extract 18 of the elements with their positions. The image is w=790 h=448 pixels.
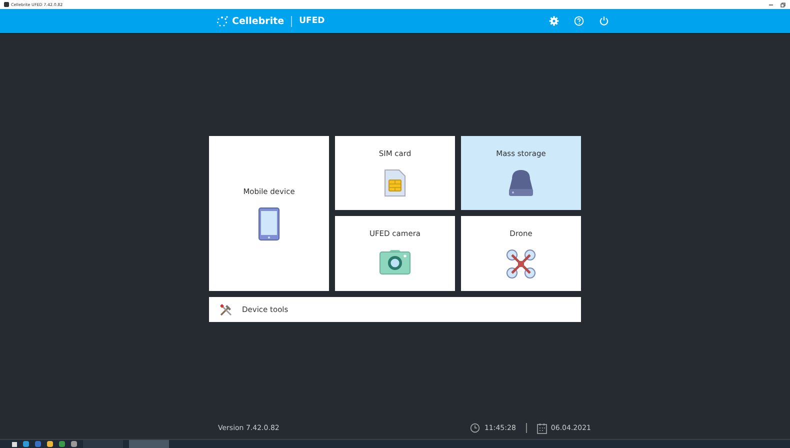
calendar-icon (536, 422, 547, 434)
start-icon[interactable] (12, 442, 17, 446)
camera-icon (379, 249, 411, 275)
power-icon[interactable] (598, 16, 609, 26)
drone-icon (506, 249, 536, 279)
restore-button[interactable] (780, 2, 786, 8)
minimize-button[interactable] (768, 2, 774, 8)
help-icon[interactable] (574, 16, 584, 26)
hard-drive-icon (508, 169, 534, 197)
app-icon (4, 2, 9, 7)
settings-icon[interactable] (548, 16, 559, 26)
tools-icon (219, 302, 233, 316)
brand-name: Cellebrite (232, 16, 284, 26)
sim-card-icon (384, 169, 406, 197)
product-name: UFED (299, 16, 325, 26)
phone-icon (258, 206, 280, 240)
logo-icon (216, 16, 228, 26)
clock-icon (470, 423, 480, 433)
